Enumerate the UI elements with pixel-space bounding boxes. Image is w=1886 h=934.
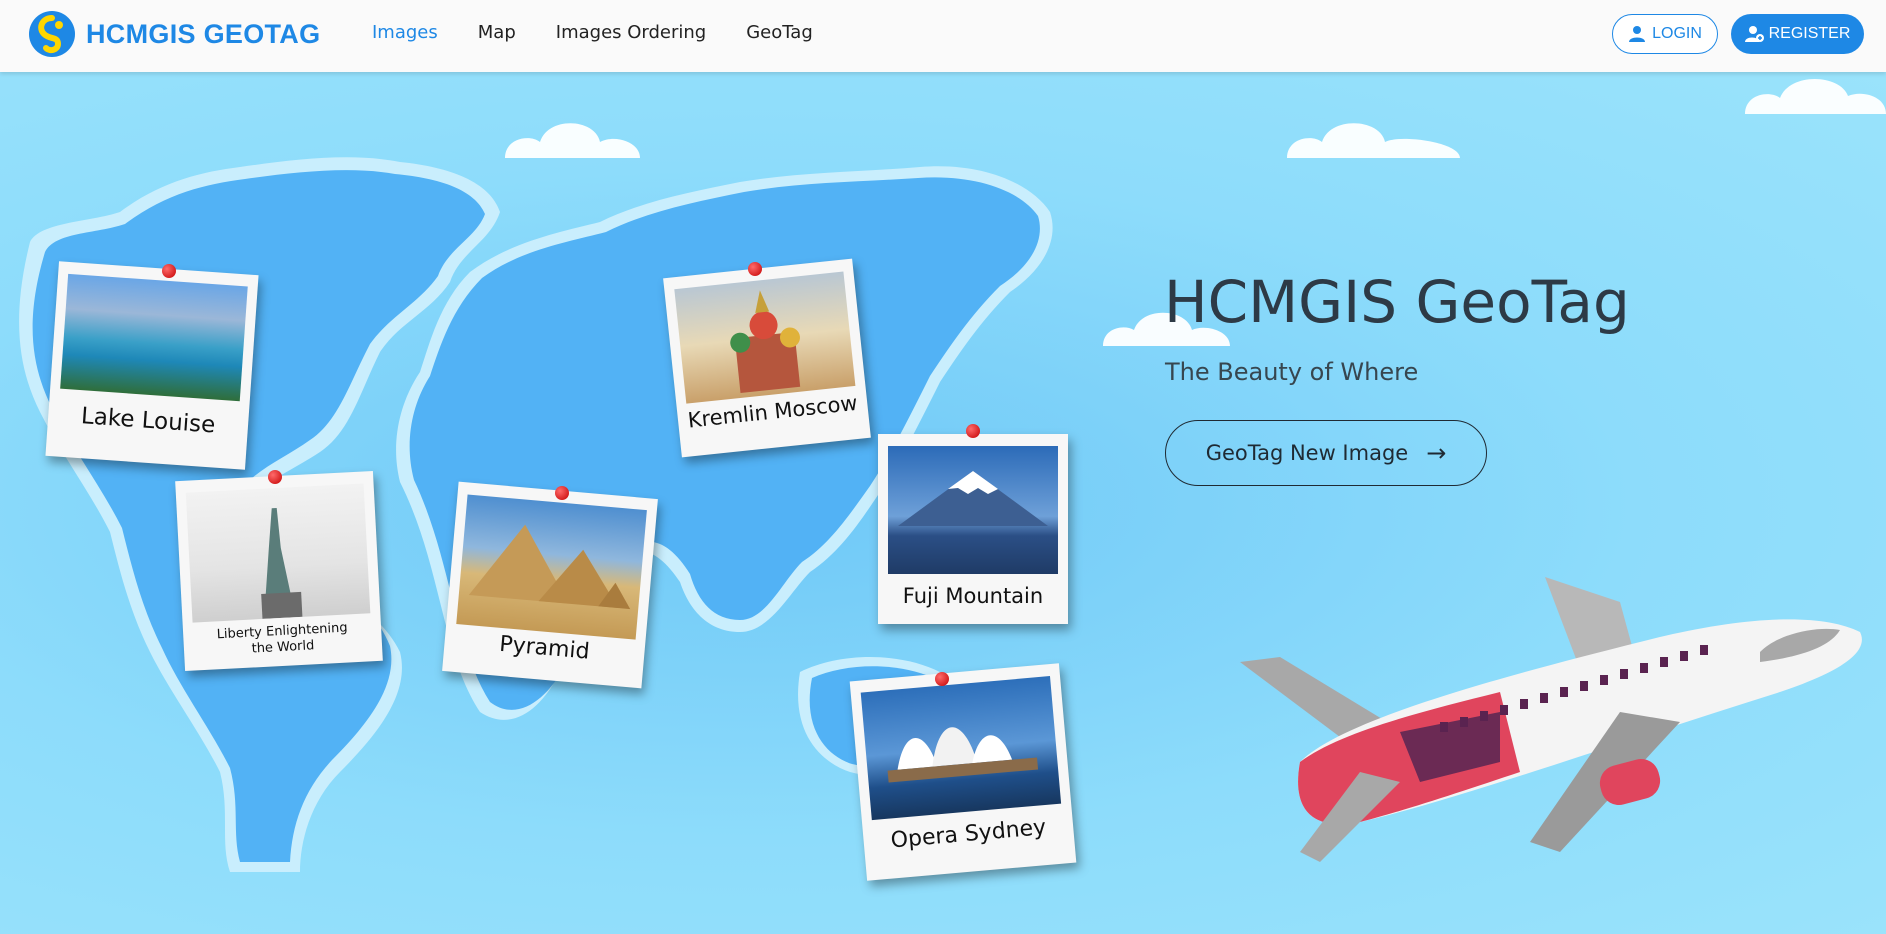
- pin-icon: [935, 672, 949, 686]
- photo-card-lake-louise[interactable]: Lake Louise: [45, 261, 259, 470]
- hcmgis-logo-icon: [29, 11, 75, 57]
- airplane-illustration: [1240, 577, 1862, 862]
- nav-item-images-ordering[interactable]: Images Ordering: [556, 22, 706, 43]
- pin-icon: [555, 486, 569, 500]
- pin-icon: [162, 264, 176, 278]
- main-menu: Images Map Images Ordering GeoTag: [372, 22, 853, 43]
- photo-opera-sydney: [860, 676, 1062, 821]
- brand-name: HCMGIS GEOTAG: [86, 18, 321, 49]
- photo-caption: Fuji Mountain: [902, 584, 1044, 608]
- hero-title: HCMGIS GeoTag: [1164, 268, 1630, 336]
- pin-icon: [748, 262, 762, 276]
- photo-pyramid: [456, 494, 647, 640]
- top-navbar: HCMGIS GEOTAG Images Map Images Ordering…: [0, 0, 1886, 72]
- geotag-new-image-button[interactable]: GeoTag New Image →: [1165, 420, 1487, 486]
- photo-card-kremlin[interactable]: Kremlin Moscow: [663, 258, 871, 458]
- photo-card-opera-sydney[interactable]: Opera Sydney: [849, 663, 1077, 881]
- photo-card-fuji[interactable]: Fuji Mountain: [878, 434, 1068, 624]
- photo-liberty: [185, 483, 371, 623]
- photo-caption: Opera Sydney: [889, 815, 1048, 854]
- pin-icon: [268, 470, 282, 484]
- nav-item-images[interactable]: Images: [372, 22, 438, 43]
- register-button[interactable]: REGISTER: [1731, 14, 1864, 54]
- photo-card-liberty[interactable]: Liberty Enlightening the World: [175, 470, 383, 672]
- nav-item-map[interactable]: Map: [478, 22, 516, 43]
- user-plus-icon: [1744, 26, 1764, 42]
- cta-label: GeoTag New Image: [1205, 441, 1409, 465]
- photo-kremlin: [674, 271, 856, 404]
- photo-lake-louise: [60, 273, 248, 402]
- register-label: REGISTER: [1768, 25, 1851, 42]
- photo-caption: Liberty Enlightening the World: [216, 620, 348, 657]
- hero-section: HCMGIS GeoTag The Beauty of Where GeoTag…: [0, 72, 1886, 934]
- user-icon: [1629, 26, 1646, 42]
- pin-icon: [966, 424, 980, 438]
- photo-card-pyramid[interactable]: Pyramid: [442, 481, 658, 689]
- photo-caption: Lake Louise: [80, 403, 217, 439]
- brand[interactable]: HCMGIS GEOTAG: [28, 10, 320, 58]
- login-label: LOGIN: [1652, 25, 1702, 42]
- login-button[interactable]: LOGIN: [1612, 14, 1718, 54]
- hero-subtitle: The Beauty of Where: [1165, 358, 1419, 386]
- nav-item-geotag[interactable]: GeoTag: [746, 22, 813, 43]
- arrow-right-icon: →: [1426, 439, 1447, 467]
- photo-fuji: [888, 446, 1058, 574]
